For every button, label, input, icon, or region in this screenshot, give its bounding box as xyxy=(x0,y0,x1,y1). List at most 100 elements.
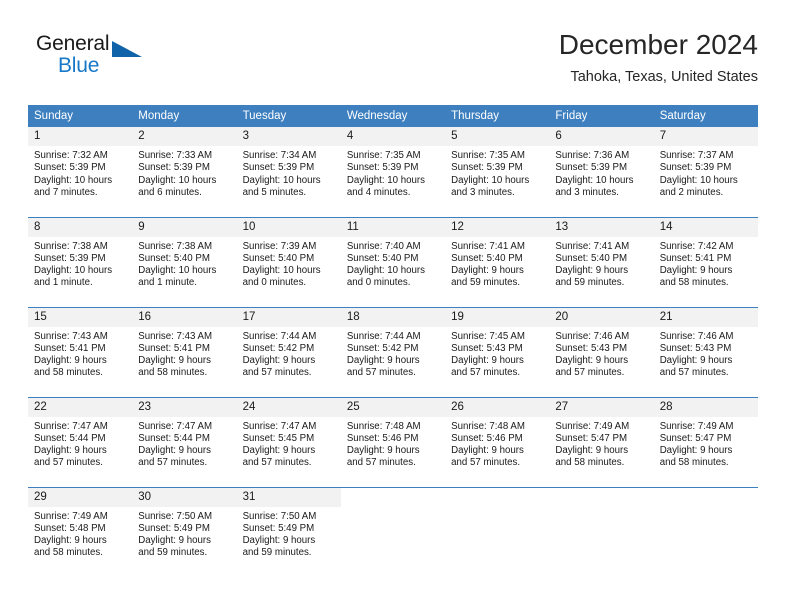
day-cell[interactable]: 2 Sunrise: 7:33 AM Sunset: 5:39 PM Dayli… xyxy=(132,127,237,217)
sunset-text: Sunset: 5:41 PM xyxy=(34,342,106,354)
day-details: Sunrise: 7:50 AM Sunset: 5:49 PM Dayligh… xyxy=(237,507,341,560)
daylight-text-line1: Daylight: 9 hours xyxy=(659,355,733,367)
sunrise-text: Sunrise: 7:44 AM xyxy=(242,330,317,342)
daylight-text-line2: and 58 minutes. xyxy=(555,457,625,469)
day-details: Sunrise: 7:48 AM Sunset: 5:46 PM Dayligh… xyxy=(445,417,549,470)
daylight-text-line1: Daylight: 9 hours xyxy=(346,355,420,367)
daylight-text-line1: Daylight: 9 hours xyxy=(242,355,316,367)
day-cell[interactable]: 26 Sunrise: 7:48 AM Sunset: 5:46 PM Dayl… xyxy=(445,396,550,487)
day-cell[interactable]: 5 Sunrise: 7:35 AM Sunset: 5:39 PM Dayli… xyxy=(445,127,550,217)
day-details: Sunrise: 7:46 AM Sunset: 5:43 PM Dayligh… xyxy=(654,327,758,380)
day-cell[interactable]: 19 Sunrise: 7:45 AM Sunset: 5:43 PM Dayl… xyxy=(445,306,550,397)
day-details: Sunrise: 7:35 AM Sunset: 5:39 PM Dayligh… xyxy=(445,146,549,199)
daylight-text-line1: Daylight: 9 hours xyxy=(346,445,420,457)
day-cell[interactable]: 24 Sunrise: 7:47 AM Sunset: 5:45 PM Dayl… xyxy=(236,396,341,487)
day-cell[interactable]: 25 Sunrise: 7:48 AM Sunset: 5:46 PM Dayl… xyxy=(340,396,446,487)
sunrise-text: Sunrise: 7:47 AM xyxy=(138,420,213,432)
day-number: 27 xyxy=(549,397,654,417)
day-cell[interactable]: 23 Sunrise: 7:47 AM Sunset: 5:44 PM Dayl… xyxy=(132,396,237,487)
day-cell[interactable]: 27 Sunrise: 7:49 AM Sunset: 5:47 PM Dayl… xyxy=(549,396,654,487)
day-number: 15 xyxy=(28,307,133,327)
day-details: Sunrise: 7:38 AM Sunset: 5:40 PM Dayligh… xyxy=(132,237,236,290)
sunset-text: Sunset: 5:40 PM xyxy=(346,252,419,264)
weekday-header-friday: Friday xyxy=(549,105,654,127)
day-cell[interactable]: 12 Sunrise: 7:41 AM Sunset: 5:40 PM Dayl… xyxy=(445,216,550,307)
day-number: 18 xyxy=(340,307,446,327)
sunrise-text: Sunrise: 7:47 AM xyxy=(34,420,108,432)
day-details: Sunrise: 7:32 AM Sunset: 5:39 PM Dayligh… xyxy=(28,146,132,199)
day-number: 30 xyxy=(132,487,237,507)
day-number: 6 xyxy=(549,127,654,146)
day-number: 17 xyxy=(236,307,341,327)
logo-text-blue: Blue xyxy=(58,54,100,77)
day-cell[interactable]: 11 Sunrise: 7:40 AM Sunset: 5:40 PM Dayl… xyxy=(340,216,446,307)
daylight-text-line2: and 57 minutes. xyxy=(659,367,729,379)
day-number: 13 xyxy=(549,217,654,237)
daylight-text-line2: and 58 minutes. xyxy=(659,457,729,469)
calendar-week-row: 22 Sunrise: 7:47 AM Sunset: 5:44 PM Dayl… xyxy=(28,396,758,487)
daylight-text-line2: and 59 minutes. xyxy=(242,547,312,559)
day-cell[interactable]: 7 Sunrise: 7:37 AM Sunset: 5:39 PM Dayli… xyxy=(653,127,758,217)
sunrise-text: Sunrise: 7:35 AM xyxy=(346,150,421,161)
general-blue-logo[interactable]: General Blue xyxy=(36,32,156,84)
sunset-text: Sunset: 5:46 PM xyxy=(451,432,523,444)
daylight-text-line2: and 57 minutes. xyxy=(242,457,312,469)
day-cell-empty xyxy=(549,486,654,577)
daylight-text-line2: and 57 minutes. xyxy=(34,457,103,469)
day-cell[interactable]: 6 Sunrise: 7:36 AM Sunset: 5:39 PM Dayli… xyxy=(549,127,654,217)
sunrise-text: Sunrise: 7:37 AM xyxy=(659,150,734,161)
daylight-text-line1: Daylight: 10 hours xyxy=(451,174,530,186)
day-number: 8 xyxy=(28,217,133,237)
day-cell[interactable]: 1 Sunrise: 7:32 AM Sunset: 5:39 PM Dayli… xyxy=(28,127,133,217)
day-cell[interactable]: 29 Sunrise: 7:49 AM Sunset: 5:48 PM Dayl… xyxy=(28,486,133,577)
daylight-text-line1: Daylight: 9 hours xyxy=(242,535,316,547)
day-cell[interactable]: 28 Sunrise: 7:49 AM Sunset: 5:47 PM Dayl… xyxy=(653,396,758,487)
triangle-icon xyxy=(112,41,142,57)
day-number: 29 xyxy=(28,487,133,507)
daylight-text-line2: and 0 minutes. xyxy=(242,277,307,289)
day-cell[interactable]: 3 Sunrise: 7:34 AM Sunset: 5:39 PM Dayli… xyxy=(236,127,341,217)
sunrise-text: Sunrise: 7:32 AM xyxy=(34,150,108,161)
daylight-text-line2: and 58 minutes. xyxy=(138,367,208,379)
daylight-text-line1: Daylight: 9 hours xyxy=(555,355,629,367)
daylight-text-line1: Daylight: 10 hours xyxy=(659,174,738,186)
day-details: Sunrise: 7:47 AM Sunset: 5:44 PM Dayligh… xyxy=(28,417,132,470)
day-cell[interactable]: 21 Sunrise: 7:46 AM Sunset: 5:43 PM Dayl… xyxy=(653,306,758,397)
day-details: Sunrise: 7:42 AM Sunset: 5:41 PM Dayligh… xyxy=(654,237,758,290)
day-number: 23 xyxy=(132,397,237,417)
day-cell[interactable]: 15 Sunrise: 7:43 AM Sunset: 5:41 PM Dayl… xyxy=(28,306,133,397)
calendar-page: General Blue December 2024 Tahoka, Texas… xyxy=(0,0,792,612)
day-cell[interactable]: 8 Sunrise: 7:38 AM Sunset: 5:39 PM Dayli… xyxy=(28,216,133,307)
day-cell[interactable]: 22 Sunrise: 7:47 AM Sunset: 5:44 PM Dayl… xyxy=(28,396,133,487)
day-cell[interactable]: 14 Sunrise: 7:42 AM Sunset: 5:41 PM Dayl… xyxy=(653,216,758,307)
day-cell[interactable]: 18 Sunrise: 7:44 AM Sunset: 5:42 PM Dayl… xyxy=(340,306,446,397)
daylight-text-line1: Daylight: 9 hours xyxy=(451,355,524,367)
daylight-text-line1: Daylight: 10 hours xyxy=(242,265,321,277)
day-cell[interactable]: 16 Sunrise: 7:43 AM Sunset: 5:41 PM Dayl… xyxy=(132,306,237,397)
day-details: Sunrise: 7:41 AM Sunset: 5:40 PM Dayligh… xyxy=(549,237,653,290)
day-cell[interactable]: 30 Sunrise: 7:50 AM Sunset: 5:49 PM Dayl… xyxy=(132,486,237,577)
day-details: Sunrise: 7:44 AM Sunset: 5:42 PM Dayligh… xyxy=(237,327,341,380)
sunset-text: Sunset: 5:46 PM xyxy=(346,432,419,444)
sunrise-text: Sunrise: 7:47 AM xyxy=(242,420,317,432)
sunrise-text: Sunrise: 7:39 AM xyxy=(242,240,317,252)
sunset-text: Sunset: 5:42 PM xyxy=(346,342,419,354)
sunset-text: Sunset: 5:40 PM xyxy=(242,252,315,264)
day-cell[interactable]: 17 Sunrise: 7:44 AM Sunset: 5:42 PM Dayl… xyxy=(236,306,341,397)
day-cell[interactable]: 31 Sunrise: 7:50 AM Sunset: 5:49 PM Dayl… xyxy=(236,486,341,577)
daylight-text-line2: and 58 minutes. xyxy=(34,547,103,559)
daylight-text-line1: Daylight: 9 hours xyxy=(34,355,107,367)
weekday-header-thursday: Thursday xyxy=(445,105,550,127)
daylight-text-line1: Daylight: 9 hours xyxy=(555,445,629,457)
daylight-text-line2: and 1 minute. xyxy=(138,277,197,289)
sunrise-text: Sunrise: 7:49 AM xyxy=(34,510,108,522)
day-cell[interactable]: 4 Sunrise: 7:35 AM Sunset: 5:39 PM Dayli… xyxy=(340,127,446,217)
sunrise-text: Sunrise: 7:48 AM xyxy=(451,420,525,432)
daylight-text-line1: Daylight: 9 hours xyxy=(34,445,107,457)
day-cell[interactable]: 13 Sunrise: 7:41 AM Sunset: 5:40 PM Dayl… xyxy=(549,216,654,307)
day-cell[interactable]: 9 Sunrise: 7:38 AM Sunset: 5:40 PM Dayli… xyxy=(132,216,237,307)
day-number xyxy=(549,487,654,507)
day-cell[interactable]: 20 Sunrise: 7:46 AM Sunset: 5:43 PM Dayl… xyxy=(549,306,654,397)
daylight-text-line2: and 1 minute. xyxy=(34,277,93,289)
day-cell[interactable]: 10 Sunrise: 7:39 AM Sunset: 5:40 PM Dayl… xyxy=(236,216,341,307)
